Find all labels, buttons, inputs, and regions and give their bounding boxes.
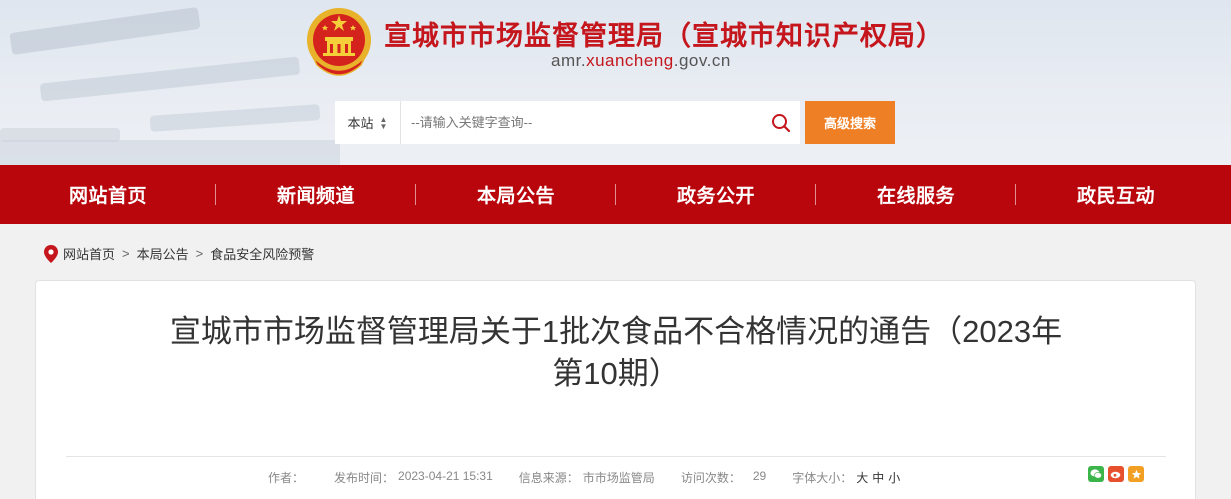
roof-decoration bbox=[39, 56, 301, 102]
search-button[interactable] bbox=[762, 101, 800, 144]
search-bar: 本站 ▲ ▼ bbox=[335, 101, 800, 144]
breadcrumb-announcements[interactable]: 本局公告 bbox=[137, 244, 189, 263]
views-count: 29 bbox=[752, 469, 767, 483]
national-emblem-icon[interactable] bbox=[303, 5, 375, 79]
breadcrumb-food-safety[interactable]: 食品安全风险预警 bbox=[210, 244, 314, 263]
search-input[interactable] bbox=[401, 101, 762, 144]
source-value: 市市场监管局 bbox=[582, 471, 655, 485]
views-label: 访问次数： bbox=[680, 471, 741, 485]
site-url: amr.xuancheng.gov.cn bbox=[551, 51, 731, 70]
wall-decoration bbox=[0, 140, 340, 165]
main-nav: 网站首页 新闻频道 本局公告 政务公开 在线服务 政民互动 bbox=[0, 165, 1231, 224]
source-label: 信息来源： bbox=[518, 471, 579, 485]
divider bbox=[66, 456, 1166, 457]
wechat-icon[interactable] bbox=[1088, 466, 1104, 482]
article-meta: 作者： 发布时间： 2023-04-21 15:31 信息来源： 市市场监管局 … bbox=[268, 469, 904, 486]
favorite-icon[interactable] bbox=[1128, 466, 1144, 482]
breadcrumb-separator: > bbox=[122, 246, 130, 261]
advanced-search-button[interactable]: 高级搜索 bbox=[805, 101, 895, 144]
nav-item-interaction[interactable]: 政民互动 bbox=[1016, 165, 1216, 224]
author-label: 作者： bbox=[268, 471, 305, 485]
weibo-icon[interactable] bbox=[1108, 466, 1124, 482]
updown-arrow-icon: ▲ ▼ bbox=[379, 114, 388, 131]
article-title: 宣城市市场监督管理局关于1批次食品不合格情况的通告（2023年 第10期） bbox=[169, 314, 1063, 391]
nav-item-news[interactable]: 新闻频道 bbox=[216, 165, 416, 224]
font-size-small[interactable]: 小 bbox=[888, 469, 900, 486]
font-size-large[interactable]: 大 bbox=[856, 469, 868, 486]
breadcrumb: 网站首页 > 本局公告 > 食品安全风险预警 bbox=[44, 244, 314, 263]
search-scope-label: 本站 bbox=[347, 116, 374, 131]
font-size-medium[interactable]: 中 bbox=[872, 469, 884, 486]
nav-item-home[interactable]: 网站首页 bbox=[0, 165, 216, 224]
search-icon bbox=[772, 113, 791, 132]
date-label: 发布时间： bbox=[334, 471, 395, 485]
article-card: 宣城市市场监督管理局关于1批次食品不合格情况的通告（2023年 第10期） 作者… bbox=[35, 280, 1196, 499]
search-scope-select[interactable]: 本站 ▲ ▼ bbox=[335, 101, 401, 144]
roof-decoration bbox=[9, 6, 201, 56]
breadcrumb-separator: > bbox=[195, 246, 204, 261]
site-title: 宣城市市场监督管理局（宣城市知识产权局） bbox=[384, 21, 944, 51]
share-buttons bbox=[1088, 466, 1144, 482]
nav-item-online-services[interactable]: 在线服务 bbox=[816, 165, 1016, 224]
location-pin-icon bbox=[44, 244, 58, 263]
site-header: 宣城市市场监督管理局（宣城市知识产权局） amr.xuancheng.gov.c… bbox=[0, 0, 1231, 165]
publish-date: 2023-04-21 15:31 bbox=[398, 469, 493, 483]
nav-item-announcements[interactable]: 本局公告 bbox=[416, 165, 616, 224]
roof-decoration bbox=[149, 104, 321, 132]
breadcrumb-home[interactable]: 网站首页 bbox=[63, 244, 115, 263]
font-size-label: 字体大小： bbox=[792, 471, 853, 485]
nav-item-government-affairs[interactable]: 政务公开 bbox=[616, 165, 816, 224]
